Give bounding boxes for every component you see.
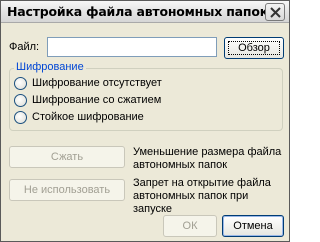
radio-button[interactable]	[14, 77, 27, 90]
radio-label: Шифрование со сжатием	[32, 94, 162, 106]
file-path-input[interactable]	[47, 37, 217, 57]
close-button[interactable]	[265, 3, 285, 21]
cancel-button[interactable]: Отмена	[222, 215, 284, 237]
radio-label: Стойкое шифрование	[32, 111, 144, 123]
encryption-group: Шифрование Шифрование отсутствует Шифров…	[9, 61, 283, 131]
do-not-use-button[interactable]: Не использовать	[9, 179, 125, 201]
title-bar[interactable]: Настройка файла автономных папок	[1, 1, 289, 23]
compress-description: Уменьшение размера файла автономных папо…	[133, 146, 282, 171]
do-not-use-description: Запрет на открытие файла автономных папо…	[133, 177, 271, 215]
file-label: Файл:	[9, 41, 40, 53]
encryption-group-label: Шифрование	[14, 61, 86, 73]
browse-button[interactable]: Обзор	[224, 37, 284, 59]
radio-button[interactable]	[14, 94, 27, 107]
dialog-title: Настройка файла автономных папок	[7, 4, 269, 19]
radio-label: Шифрование отсутствует	[32, 77, 162, 89]
ok-button[interactable]: ОК	[163, 215, 217, 237]
compress-button[interactable]: Сжать	[9, 146, 125, 168]
focus-rectangle	[228, 41, 280, 55]
offline-folders-settings-dialog: Настройка файла автономных папок Файл: О…	[0, 0, 290, 242]
radio-button[interactable]	[14, 111, 27, 124]
close-icon	[270, 7, 281, 18]
